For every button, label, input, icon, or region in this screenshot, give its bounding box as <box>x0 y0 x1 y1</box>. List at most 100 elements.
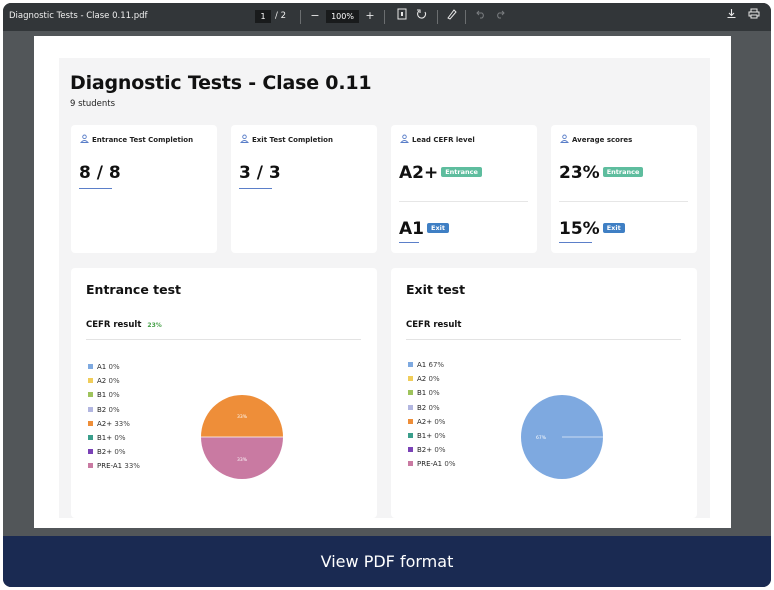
legend-label: PRE-A1 <box>97 462 123 471</box>
legend-value: 0% <box>434 417 446 426</box>
cefr-result-heading: CEFR result 23% <box>86 320 162 330</box>
print-icon[interactable] <box>746 8 762 24</box>
exit-tag: Exit <box>602 223 625 233</box>
annotate-icon[interactable] <box>444 8 460 24</box>
card-header: Lead CEFR level <box>400 134 475 144</box>
legend-swatch <box>408 390 413 396</box>
entrance-test-panel: Entrance test CEFR result 23% A1 0% A2 0% B… <box>71 268 377 518</box>
lead-cefr-entrance: A2+ Entrance <box>399 163 482 183</box>
legend-swatch <box>408 418 413 424</box>
legend-label: A1 <box>417 361 427 369</box>
chart-legend: A1 67% A2 0% B1 0% B2 0% A2+ 0% B1+ 0% B2+ 0% P… <box>408 361 455 475</box>
pdf-page: Diagnostic Tests - Clase 0.11 9 students… <box>34 36 731 528</box>
cefr-entrance-value: A2+ <box>399 163 439 183</box>
legend-item: B2+ 0% <box>88 448 140 462</box>
user-icon <box>560 134 569 143</box>
card-divider <box>559 201 688 202</box>
entrance-pie-chart: 33% 33% <box>201 395 283 479</box>
entrance-tag: Entrance <box>441 167 482 177</box>
card-label: Lead CEFR level <box>412 136 475 144</box>
fit-page-icon[interactable] <box>394 8 410 24</box>
card-header: Average scores <box>560 134 632 144</box>
legend-label: B2 <box>97 405 107 414</box>
lead-cefr-card: Lead CEFR level A2+ Entrance A1 Exit <box>391 125 537 253</box>
cefr-result-label: CEFR result <box>86 320 142 330</box>
panel-divider <box>406 339 681 340</box>
pie-label-top: 33% <box>237 414 248 420</box>
legend-swatch <box>408 404 413 410</box>
pie-label: 67% <box>536 435 547 441</box>
legend-label: B1 <box>417 389 427 398</box>
legend-value: 0% <box>428 403 440 412</box>
download-icon[interactable] <box>723 8 739 24</box>
legend-swatch <box>88 364 93 369</box>
card-header: Exit Test Completion <box>240 134 333 144</box>
page-total: / 2 <box>275 11 286 21</box>
report-title: Diagnostic Tests - Clase 0.11 <box>70 72 372 94</box>
legend-item: A1 67% <box>408 361 455 375</box>
legend-value: 0% <box>434 446 446 455</box>
legend-item: A1 0% <box>88 363 140 377</box>
undo-icon[interactable] <box>473 8 489 24</box>
entrance-tag: Entrance <box>602 167 644 177</box>
legend-swatch <box>88 420 93 426</box>
page-number-input[interactable]: 1 <box>255 10 271 23</box>
view-pdf-button[interactable]: View PDF format <box>3 536 771 587</box>
redo-icon[interactable] <box>492 8 508 24</box>
user-icon <box>80 134 89 143</box>
legend-value: 0% <box>108 405 120 414</box>
value-underline <box>399 242 419 243</box>
legend-value: 0% <box>444 460 456 469</box>
legend-swatch <box>88 434 93 440</box>
zoom-out-button[interactable]: − <box>307 8 323 24</box>
exit-pie-chart: 67% <box>521 395 603 479</box>
legend-swatch <box>408 461 413 467</box>
exit-tag: Exit <box>427 223 449 233</box>
legend-value: 0% <box>108 391 120 400</box>
legend-label: B1+ <box>97 433 113 442</box>
legend-swatch <box>88 463 93 469</box>
legend-item: A2+ 0% <box>408 418 455 432</box>
legend-label: B2+ <box>97 448 113 457</box>
exit-test-panel: Exit test CEFR result A1 67% A2 0% B1 0% B2… <box>391 268 697 518</box>
card-label: Entrance Test Completion <box>92 136 194 144</box>
card-header: Entrance Test Completion <box>80 134 193 144</box>
cefr-result-label: CEFR result <box>406 320 462 330</box>
toolbar-divider <box>465 10 466 24</box>
value-underline <box>239 188 272 189</box>
pdf-toolbar: Diagnostic Tests - Clase 0.11.pdf 1 / 2 … <box>3 3 771 31</box>
cefr-result-heading: CEFR result <box>406 320 461 330</box>
average-entrance: 23% Entrance <box>559 163 644 183</box>
value-underline <box>559 242 592 243</box>
rotate-icon[interactable] <box>414 8 430 24</box>
report-subtitle: 9 students <box>70 99 116 109</box>
legend-item: B1 0% <box>88 391 140 405</box>
legend-item: A2 0% <box>88 377 140 391</box>
entrance-completion-value: 8 / 8 <box>79 163 121 183</box>
pie-label-bottom: 33% <box>237 457 248 463</box>
legend-value: 0% <box>428 389 440 398</box>
legend-label: PRE-A1 <box>417 460 443 469</box>
lead-cefr-exit: A1 Exit <box>399 219 449 239</box>
legend-swatch <box>408 447 413 453</box>
card-label: Exit Test Completion <box>252 136 333 144</box>
legend-item: PRE-A1 33% <box>88 462 140 476</box>
legend-value: 0% <box>434 431 446 440</box>
legend-label: B1 <box>97 391 107 400</box>
pdf-viewer: Diagnostic Tests - Clase 0.11.pdf 1 / 2 … <box>3 3 771 587</box>
legend-value: 0% <box>114 433 126 442</box>
legend-value: 33% <box>124 462 140 471</box>
zoom-in-button[interactable]: + <box>362 8 378 24</box>
legend-value: 0% <box>108 363 120 371</box>
cefr-exit-value: A1 <box>399 219 424 239</box>
legend-item: B1 0% <box>408 389 455 403</box>
legend-swatch <box>408 362 413 367</box>
panel-divider <box>86 339 361 340</box>
toolbar-divider <box>300 10 301 24</box>
value-underline <box>79 188 112 189</box>
average-exit: 15% Exit <box>559 219 625 239</box>
user-icon <box>400 134 409 143</box>
legend-label: A2 <box>97 377 107 386</box>
zoom-level-input[interactable]: 100% <box>326 10 359 23</box>
card-divider <box>399 201 528 202</box>
